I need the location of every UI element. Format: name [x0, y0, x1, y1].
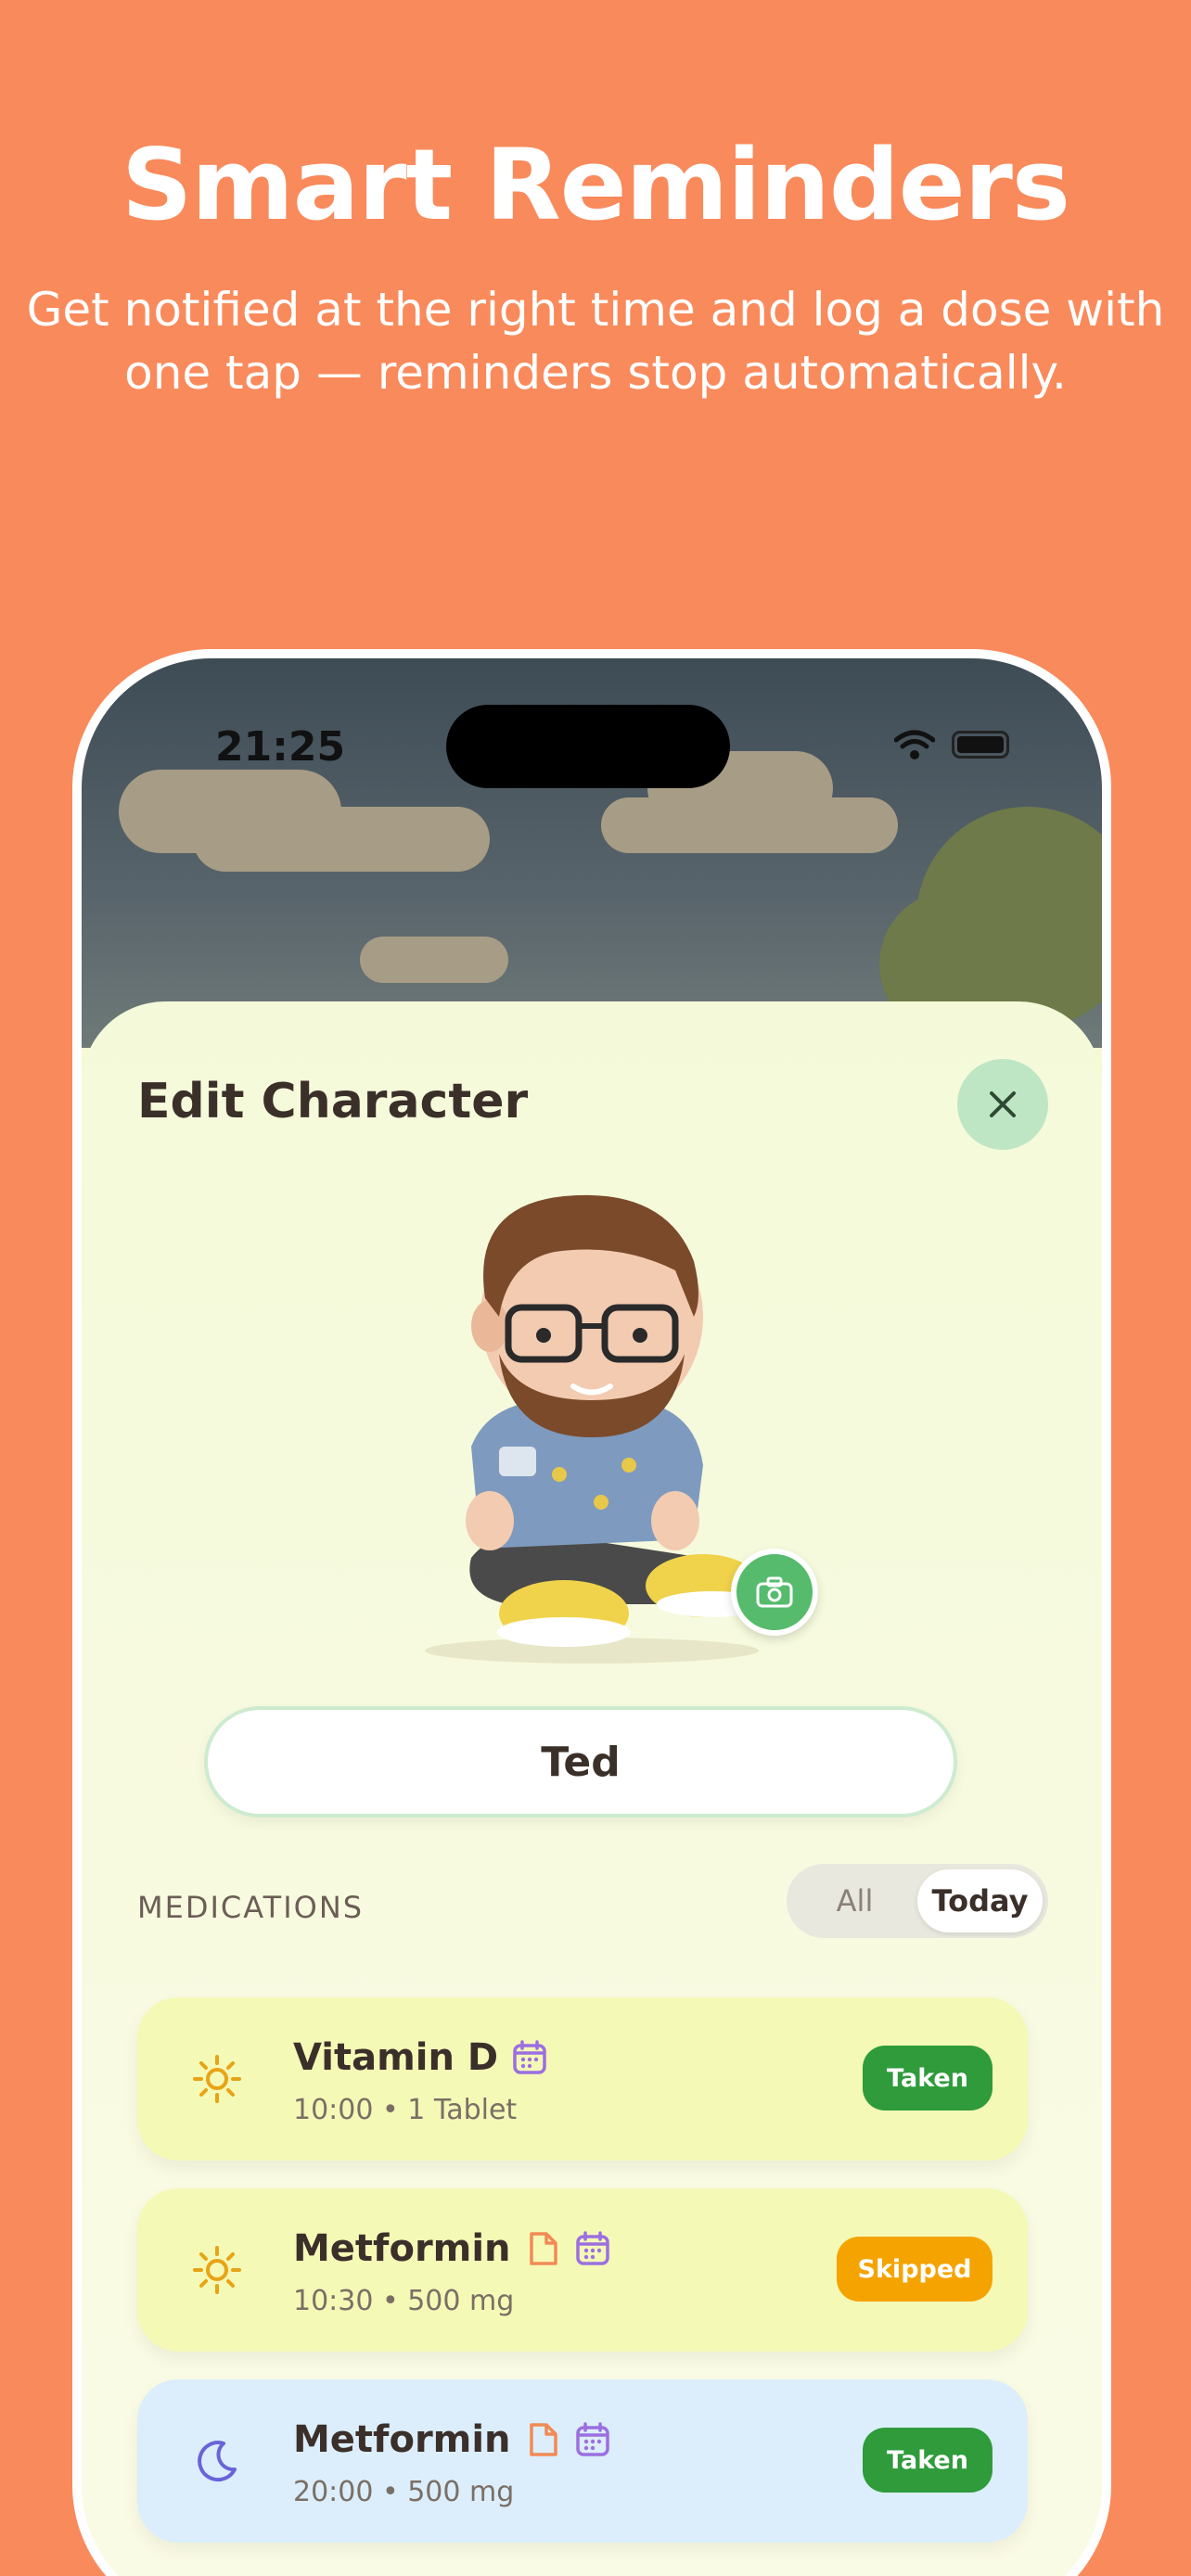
medications-section-label: MEDICATIONS	[137, 1890, 365, 1925]
filter-all[interactable]: All	[792, 1869, 917, 1932]
character-avatar[interactable]	[397, 1168, 787, 1669]
promo-subtitle: Get notified at the right time and log a…	[0, 278, 1191, 404]
sheet-title: Edit Character	[137, 1074, 529, 1129]
calendar-icon	[575, 2231, 609, 2265]
promo-title: Smart Reminders	[121, 128, 1070, 242]
promo-subtitle-line-1: Get notified at the right time and log a…	[26, 283, 1165, 337]
document-icon	[529, 2232, 557, 2265]
medication-schedule: 10:00 • 1 Tablet	[293, 2094, 518, 2126]
phone-frame: 21:25 Edit Character Ted MEDICATIONS All…	[72, 649, 1111, 2576]
document-icon	[529, 2423, 557, 2456]
calendar-icon	[575, 2422, 609, 2456]
filter-today[interactable]: Today	[917, 1869, 1043, 1932]
wifi-icon	[894, 730, 935, 759]
calendar-icon	[513, 2040, 546, 2074]
cloud-decoration	[193, 807, 490, 872]
promo-subtitle-line-2: one tap — reminders stop automatically.	[124, 346, 1067, 400]
sun-icon	[189, 2051, 245, 2107]
dynamic-island	[446, 705, 730, 788]
medication-name: Metformin	[293, 2227, 511, 2270]
medication-schedule: 20:00 • 500 mg	[293, 2476, 515, 2508]
sun-icon	[189, 2242, 245, 2298]
medication-card[interactable]: Vitamin D 10:00 • 1 Tablet Taken	[137, 1997, 1028, 2161]
medication-card[interactable]: Metformin 20:00 • 500 mg Taken	[137, 2379, 1028, 2543]
edit-character-sheet: Edit Character Ted MEDICATIONS All Today…	[82, 1001, 1102, 2576]
status-icons	[894, 729, 1009, 760]
moon-icon	[189, 2433, 245, 2489]
medication-card[interactable]: Metformin 10:30 • 500 mg Skipped	[137, 2188, 1028, 2352]
change-photo-button[interactable]	[731, 1549, 818, 1636]
close-icon	[990, 1091, 1016, 1117]
medication-schedule: 10:30 • 500 mg	[293, 2285, 515, 2317]
close-button[interactable]	[957, 1059, 1048, 1150]
status-badge-skipped[interactable]: Skipped	[837, 2237, 992, 2302]
status-badge-taken[interactable]: Taken	[863, 2046, 992, 2111]
cloud-decoration	[601, 797, 898, 853]
character-name-input[interactable]	[204, 1706, 957, 1817]
medication-name: Metformin	[293, 2418, 511, 2461]
camera-icon	[756, 1576, 793, 1608]
status-badge-taken[interactable]: Taken	[863, 2428, 992, 2493]
battery-icon	[952, 731, 1009, 759]
status-time: 21:25	[215, 723, 346, 771]
medication-filter: All Today	[787, 1864, 1048, 1938]
cloud-decoration	[360, 937, 508, 983]
medication-name: Vitamin D	[293, 2036, 499, 2079]
